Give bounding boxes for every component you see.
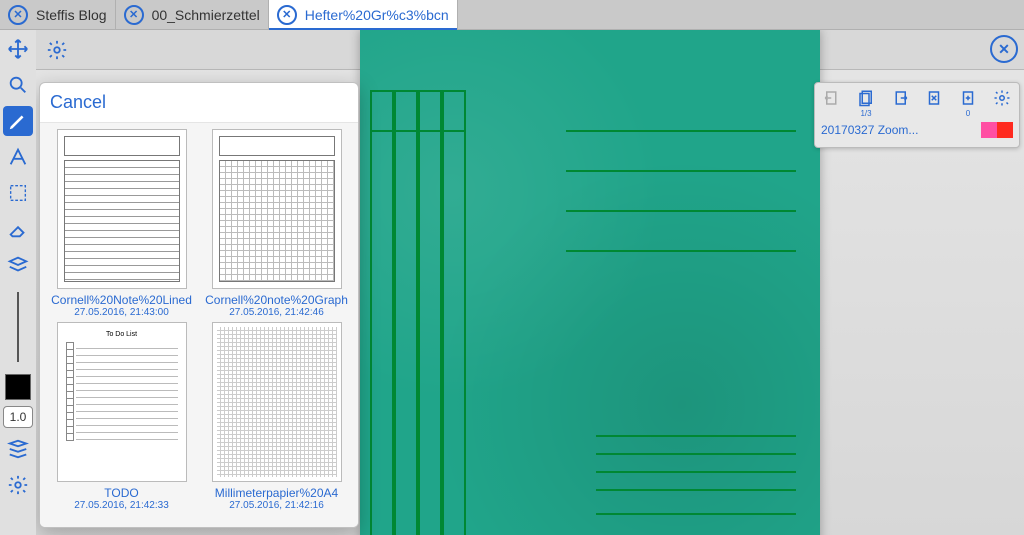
panel-gear-button[interactable] — [991, 87, 1013, 109]
folder-small-box — [596, 435, 796, 515]
template-todo[interactable]: To Do List TODO 27.05.2016, 21:42:33 — [47, 322, 197, 511]
add-page-button[interactable]: 0 — [957, 87, 979, 109]
move-tool[interactable] — [3, 34, 33, 64]
stack-tool[interactable] — [3, 434, 33, 464]
close-icon[interactable]: ✕ — [990, 35, 1018, 63]
select-tool[interactable] — [3, 178, 33, 208]
folder-spine — [370, 90, 465, 535]
template-name: TODO — [47, 486, 197, 500]
prev-page-button — [821, 87, 843, 109]
close-icon[interactable]: ✕ — [8, 5, 28, 25]
color-swatch[interactable] — [5, 374, 31, 400]
template-date: 27.05.2016, 21:42:33 — [47, 500, 197, 511]
cancel-button[interactable]: Cancel — [50, 92, 106, 113]
template-thumb — [212, 322, 342, 482]
stroke-slider[interactable] — [17, 292, 19, 362]
folder-label-line — [566, 250, 796, 252]
template-date: 27.05.2016, 21:42:16 — [202, 500, 352, 511]
folder-label-line — [566, 130, 796, 132]
close-icon[interactable]: ✕ — [124, 5, 144, 25]
tab-steffis-blog[interactable]: ✕ Steffis Blog — [0, 0, 116, 29]
folder-label-line — [566, 170, 796, 172]
template-cornell-graph[interactable]: Cornell%20note%20Graph 27.05.2016, 21:42… — [202, 129, 352, 318]
tab-label: Hefter%20Gr%c3%bcn — [305, 7, 449, 23]
folder-label-line — [566, 210, 796, 212]
template-date: 27.05.2016, 21:42:46 — [202, 307, 352, 318]
color-swatch-pink[interactable] — [981, 122, 997, 138]
left-toolbar: 1.0 — [0, 30, 36, 535]
pen-tool[interactable] — [3, 106, 33, 136]
page-count: 1/3 — [855, 109, 877, 118]
template-thumb: To Do List — [57, 322, 187, 482]
zoom-tool[interactable] — [3, 70, 33, 100]
gear-tool[interactable] — [3, 470, 33, 500]
todo-thumb-title: To Do List — [66, 331, 178, 338]
gear-icon[interactable] — [42, 35, 72, 65]
template-name: Cornell%20Note%20Lined — [47, 293, 197, 307]
next-page-button[interactable] — [889, 87, 911, 109]
text-tool[interactable] — [3, 142, 33, 172]
stroke-width-chip[interactable]: 1.0 — [3, 406, 33, 428]
template-millimeter[interactable]: Millimeterpapier%20A4 27.05.2016, 21:42:… — [202, 322, 352, 511]
folder-page[interactable] — [360, 30, 820, 535]
tab-label: Steffis Blog — [36, 7, 107, 23]
insert-count: 0 — [957, 109, 979, 118]
templates-grid[interactable]: Cornell%20Note%20Lined 27.05.2016, 21:43… — [40, 123, 358, 528]
template-date: 27.05.2016, 21:43:00 — [47, 307, 197, 318]
layers-tool[interactable] — [3, 250, 33, 280]
template-thumb — [212, 129, 342, 289]
popover-header: Cancel — [40, 83, 358, 123]
tab-bar: ✕ Steffis Blog ✕ 00_Schmierzettel ✕ Heft… — [0, 0, 1024, 30]
close-icon[interactable]: ✕ — [277, 5, 297, 25]
template-name: Millimeterpapier%20A4 — [202, 486, 352, 500]
eraser-tool[interactable] — [3, 214, 33, 244]
pages-button[interactable]: 1/3 — [855, 87, 877, 109]
template-thumb — [57, 129, 187, 289]
panel-filename: 20170327 Zoom... — [821, 123, 918, 137]
tab-hefter-gruen[interactable]: ✕ Hefter%20Gr%c3%bcn — [269, 0, 458, 29]
trash-page-button[interactable] — [923, 87, 945, 109]
tab-label: 00_Schmierzettel — [152, 7, 260, 23]
template-cornell-lined[interactable]: Cornell%20Note%20Lined 27.05.2016, 21:43… — [47, 129, 197, 318]
template-name: Cornell%20note%20Graph — [202, 293, 352, 307]
tab-schmierzettel[interactable]: ✕ 00_Schmierzettel — [116, 0, 269, 29]
canvas-area: Page Settings ✕ Cancel — [36, 30, 1024, 535]
color-swatch-red[interactable] — [997, 122, 1013, 138]
page-navigator-panel[interactable]: 1/3 0 20170327 Zoom... — [814, 82, 1020, 148]
panel-color-swatches — [981, 122, 1013, 138]
templates-popover: Cancel Cornell%20Note%20Lined 27.05.2016… — [39, 82, 359, 528]
